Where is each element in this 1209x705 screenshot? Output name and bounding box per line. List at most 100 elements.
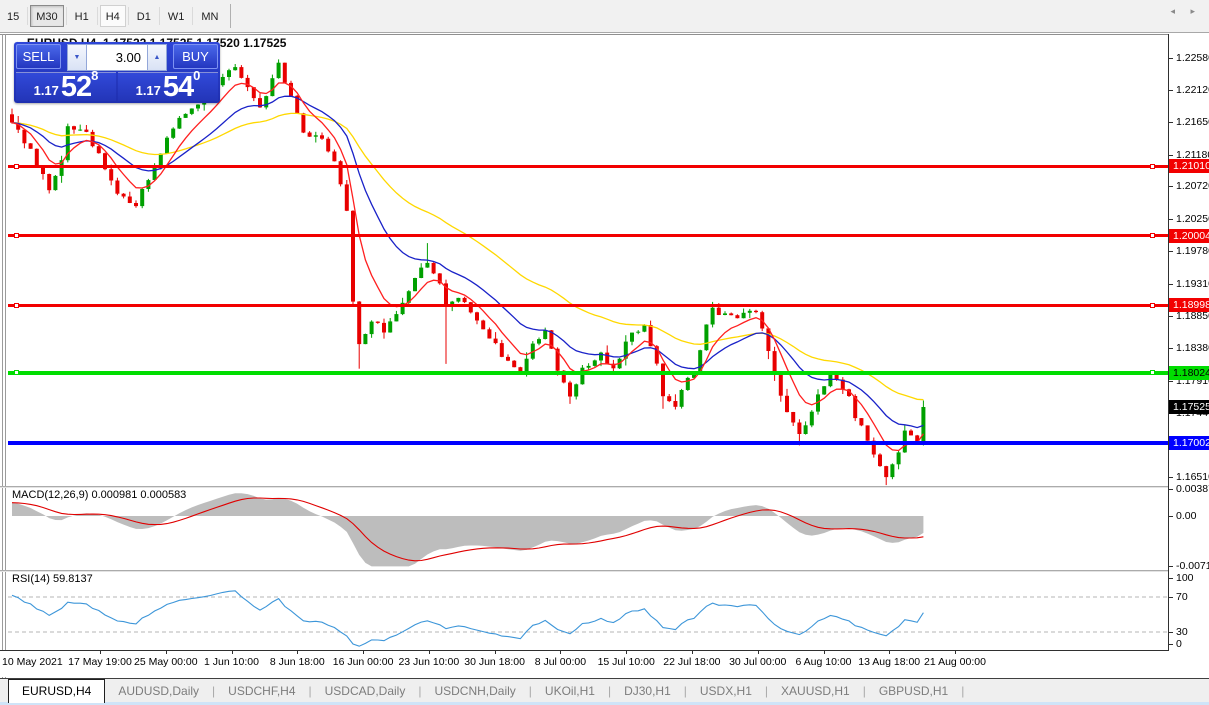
axis-tick xyxy=(1169,316,1173,317)
chart-tab-audusd[interactable]: AUDUSD,Daily xyxy=(105,681,212,702)
timeframe-button-h1[interactable]: H1 xyxy=(69,5,95,27)
rsi-tick-label: 0 xyxy=(1176,638,1182,650)
time-axis-tick xyxy=(363,651,364,654)
time-axis-tick xyxy=(429,651,430,654)
chart-window-border xyxy=(0,34,1209,35)
toolbar-separator xyxy=(192,7,193,25)
line-anchor[interactable] xyxy=(14,164,19,169)
macd-label: MACD(12,26,9) 0.000981 0.000583 xyxy=(12,489,186,501)
axis-tick xyxy=(1169,90,1173,91)
timeframe-button-w1[interactable]: W1 xyxy=(162,5,191,27)
chart-tab-usdchf[interactable]: USDCHF,H4 xyxy=(215,681,308,702)
time-axis-tick xyxy=(955,651,956,654)
rsi-tick-label: 100 xyxy=(1176,572,1194,584)
line-anchor[interactable] xyxy=(1150,233,1155,238)
time-axis-tick xyxy=(232,651,233,654)
axis-tick xyxy=(1169,219,1173,220)
horizontal-line[interactable] xyxy=(8,234,1168,237)
axis-tick xyxy=(1169,632,1173,633)
horizontal-line[interactable] xyxy=(8,371,1168,375)
rsi-tick-label: 70 xyxy=(1176,591,1188,603)
chart-tab-usdx[interactable]: USDX,H1 xyxy=(687,681,765,702)
time-tick-label: 15 Jul 10:00 xyxy=(598,656,655,668)
chart-tab-eurusd[interactable]: EURUSD,H4 xyxy=(8,679,105,703)
time-axis-tick xyxy=(626,651,627,654)
time-axis[interactable]: 10 May 202117 May 19:0025 May 00:001 Jun… xyxy=(0,651,1209,677)
horizontal-line[interactable] xyxy=(8,441,1168,445)
tab-separator: | xyxy=(961,681,964,702)
timeframe-button-mn[interactable]: MN xyxy=(195,5,224,27)
chart-tab-gbpusd[interactable]: GBPUSD,H1 xyxy=(866,681,961,702)
price-tick-label: 1.16510 xyxy=(1176,471,1209,483)
chart-tab-usdcad[interactable]: USDCAD,Daily xyxy=(312,681,419,702)
axis-tick xyxy=(1169,58,1173,59)
lot-size-stepper: ▼ 3.00 ▲ xyxy=(67,44,167,71)
chart-tab-usdcnh[interactable]: USDCNH,Daily xyxy=(421,681,528,702)
time-tick-label: 21 Aug 00:00 xyxy=(924,656,986,668)
lot-decrease-button[interactable]: ▼ xyxy=(67,44,87,71)
sell-price-sup: 8 xyxy=(91,61,98,91)
chart-tab-xauusd[interactable]: XAUUSD,H1 xyxy=(768,681,863,702)
chart-tab-ukoil[interactable]: UKOil,H1 xyxy=(532,681,608,702)
time-tick-label: 16 Jun 00:00 xyxy=(333,656,394,668)
chart-window-border-left xyxy=(2,34,3,678)
line-anchor[interactable] xyxy=(1150,370,1155,375)
rsi-label: RSI(14) 59.8137 xyxy=(12,573,93,585)
toolbar-separator xyxy=(66,7,67,25)
chart-tab-dj30[interactable]: DJ30,H1 xyxy=(611,681,684,702)
rsi-value: 59.8137 xyxy=(53,573,93,585)
axis-tick xyxy=(1169,284,1173,285)
line-price-label: 1.18024 xyxy=(1169,366,1209,380)
sell-button[interactable]: SELL xyxy=(16,44,61,69)
time-axis-tick xyxy=(166,651,167,654)
price-tick-label: 1.22580 xyxy=(1176,52,1209,64)
price-chart-area[interactable] xyxy=(8,38,1168,486)
macd-tick-label: 0.003873 xyxy=(1176,483,1209,495)
time-tick-label: 23 Jun 10:00 xyxy=(398,656,459,668)
sell-price[interactable]: 1.17 52 8 xyxy=(16,72,116,101)
price-tick-label: 1.19310 xyxy=(1176,278,1209,290)
timeframe-button-m30[interactable]: M30 xyxy=(30,5,63,27)
timeframe-button-h4[interactable]: H4 xyxy=(100,5,126,27)
tab-scroll-right-icon[interactable]: ▸ xyxy=(1190,6,1195,17)
current-price-label: 1.17525 xyxy=(1169,400,1209,414)
tab-scroll-left-icon[interactable]: ◂ xyxy=(1170,6,1175,17)
timeframe-button-d1[interactable]: D1 xyxy=(131,5,157,27)
axis-tick xyxy=(1169,381,1173,382)
timeframe-toolbar: 15M30 H1H4D1W1MN xyxy=(0,0,1209,33)
line-anchor[interactable] xyxy=(1150,164,1155,169)
macd-name: MACD(12,26,9) xyxy=(12,489,88,501)
horizontal-line[interactable] xyxy=(8,304,1168,307)
chart-tab-bar: EURUSD,H4AUDUSD,Daily|USDCHF,H4|USDCAD,D… xyxy=(0,679,1209,702)
chart-window-border-left-inner xyxy=(5,34,6,678)
buy-price[interactable]: 1.17 54 0 xyxy=(118,72,218,101)
price-tick-label: 1.20250 xyxy=(1176,213,1209,225)
time-axis-tick xyxy=(297,651,298,654)
axis-tick xyxy=(1169,348,1173,349)
line-anchor[interactable] xyxy=(14,303,19,308)
toolbar-separator xyxy=(97,7,98,25)
line-price-label: 1.17002 xyxy=(1169,436,1209,450)
axis-tick xyxy=(1169,597,1173,598)
horizontal-line[interactable] xyxy=(8,165,1168,168)
line-price-label: 1.20004 xyxy=(1169,229,1209,243)
timeframe-button-15[interactable]: 15 xyxy=(1,5,25,27)
line-anchor[interactable] xyxy=(1150,303,1155,308)
time-tick-label: 8 Jul 00:00 xyxy=(535,656,586,668)
axis-tick xyxy=(1169,251,1173,252)
lot-increase-button[interactable]: ▲ xyxy=(147,44,167,71)
axis-tick xyxy=(1169,122,1173,123)
time-axis-tick xyxy=(692,651,693,654)
candlestick-chart xyxy=(8,38,1168,486)
price-axis[interactable]: 1.210101.200041.189981.180241.170021.225… xyxy=(1168,34,1209,651)
rsi-panel[interactable]: RSI(14) 59.8137 xyxy=(8,572,1168,650)
line-anchor[interactable] xyxy=(14,233,19,238)
macd-panel[interactable]: MACD(12,26,9) 0.000981 0.000583 xyxy=(8,488,1168,570)
axis-tick xyxy=(1169,186,1173,187)
time-tick-label: 22 Jul 18:00 xyxy=(663,656,720,668)
rsi-tick-label: 30 xyxy=(1176,626,1188,638)
axis-tick xyxy=(1169,644,1173,645)
buy-price-prefix: 1.17 xyxy=(136,82,161,100)
price-tick-label: 1.18380 xyxy=(1176,342,1209,354)
line-anchor[interactable] xyxy=(14,370,19,375)
